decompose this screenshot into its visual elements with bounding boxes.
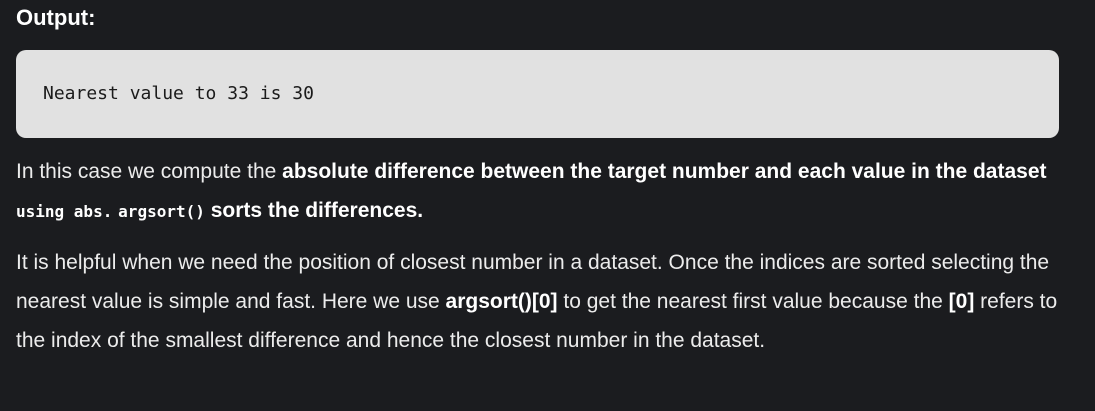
output-heading: Output: (16, 5, 96, 30)
bold-text: sorts the differences. (204, 199, 424, 222)
bold-text: [0] (948, 290, 975, 313)
bold-text: absolute difference between the target n… (282, 160, 1047, 183)
paragraph-text: to get the nearest first value because t… (557, 290, 949, 313)
inline-code: using abs. (16, 202, 113, 221)
code-output-text: Nearest value to 33 is 30 (43, 83, 314, 104)
inline-code: argsort() (118, 202, 205, 221)
explanation-paragraph: In this case we compute the absolute dif… (16, 152, 1076, 231)
bold-text: argsort()[0] (445, 290, 558, 313)
paragraph-text: In this case we compute the (16, 160, 283, 183)
code-output-block: Nearest value to 33 is 30 (16, 50, 1059, 138)
usage-paragraph: It is helpful when we need the position … (16, 243, 1076, 360)
